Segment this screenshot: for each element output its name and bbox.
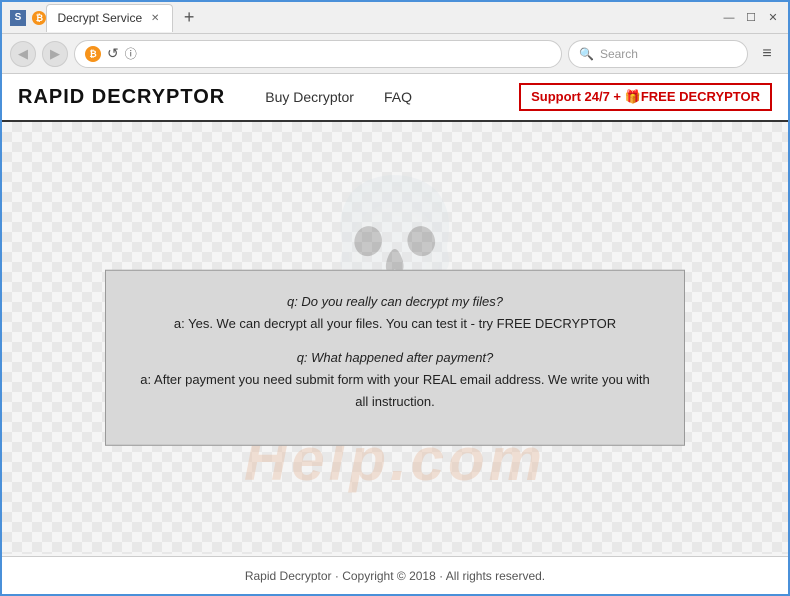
faq-question-2: q: What happened after payment?: [136, 347, 654, 369]
url-favicon: ₿: [85, 46, 101, 62]
site-navigation: RAPID DECRYPTOR Buy Decryptor FAQ Suppor…: [2, 74, 788, 122]
back-button[interactable]: ◀: [10, 41, 36, 67]
faq-item-2: q: What happened after payment? a: After…: [136, 347, 654, 413]
maximize-button[interactable]: ☐: [744, 11, 758, 25]
browser-window: S ₿ Decrypt Service ✕ + — ☐ ✕ ◀ ▶ ₿ ↺ ⓘ …: [0, 0, 790, 596]
faq-answer-2: a: After payment you need submit form wi…: [136, 369, 654, 413]
browser-tab[interactable]: Decrypt Service ✕: [46, 4, 173, 32]
footer-text: Rapid Decryptor · Copyright © 2018 · All…: [245, 569, 545, 583]
address-bar: ◀ ▶ ₿ ↺ ⓘ 🔍 Search ≡: [2, 34, 788, 74]
faq-box: q: Do you really can decrypt my files? a…: [105, 270, 685, 446]
forward-button[interactable]: ▶: [42, 41, 68, 67]
window-controls: — ☐ ✕: [722, 11, 780, 25]
close-button[interactable]: ✕: [766, 11, 780, 25]
url-bar[interactable]: ₿ ↺ ⓘ: [74, 40, 562, 68]
nav-cta-label: Support 24/7 + 🎁FREE DECRYPTOR: [531, 89, 760, 105]
minimize-button[interactable]: —: [722, 11, 736, 25]
info-button[interactable]: ⓘ: [125, 45, 137, 62]
faq-item-1: q: Do you really can decrypt my files? a…: [136, 291, 654, 335]
reload-button[interactable]: ↺: [107, 45, 119, 62]
site-logo: RAPID DECRYPTOR: [18, 86, 225, 109]
search-placeholder-text: Search: [600, 47, 638, 61]
site-footer: Rapid Decryptor · Copyright © 2018 · All…: [2, 556, 788, 594]
webpage: RAPID DECRYPTOR Buy Decryptor FAQ Suppor…: [2, 74, 788, 594]
nav-buy-decryptor[interactable]: Buy Decryptor: [265, 89, 354, 105]
browser-icon: S: [10, 10, 26, 26]
browser-menu-button[interactable]: ≡: [754, 41, 780, 67]
nav-faq[interactable]: FAQ: [384, 89, 412, 105]
main-content: 💀 Help.com q: Do you really can decrypt …: [2, 122, 788, 594]
tab-title: Decrypt Service: [57, 11, 142, 25]
search-bar[interactable]: 🔍 Search: [568, 40, 748, 68]
faq-answer-1: a: Yes. We can decrypt all your files. Y…: [136, 313, 654, 335]
tab-favicon: ₿: [32, 11, 46, 25]
new-tab-button[interactable]: +: [177, 6, 201, 30]
faq-question-1: q: Do you really can decrypt my files?: [136, 291, 654, 313]
title-bar: S ₿ Decrypt Service ✕ + — ☐ ✕: [2, 2, 788, 34]
tab-close-button[interactable]: ✕: [148, 11, 162, 25]
nav-cta-button[interactable]: Support 24/7 + 🎁FREE DECRYPTOR: [519, 83, 772, 111]
search-icon: 🔍: [579, 47, 594, 61]
